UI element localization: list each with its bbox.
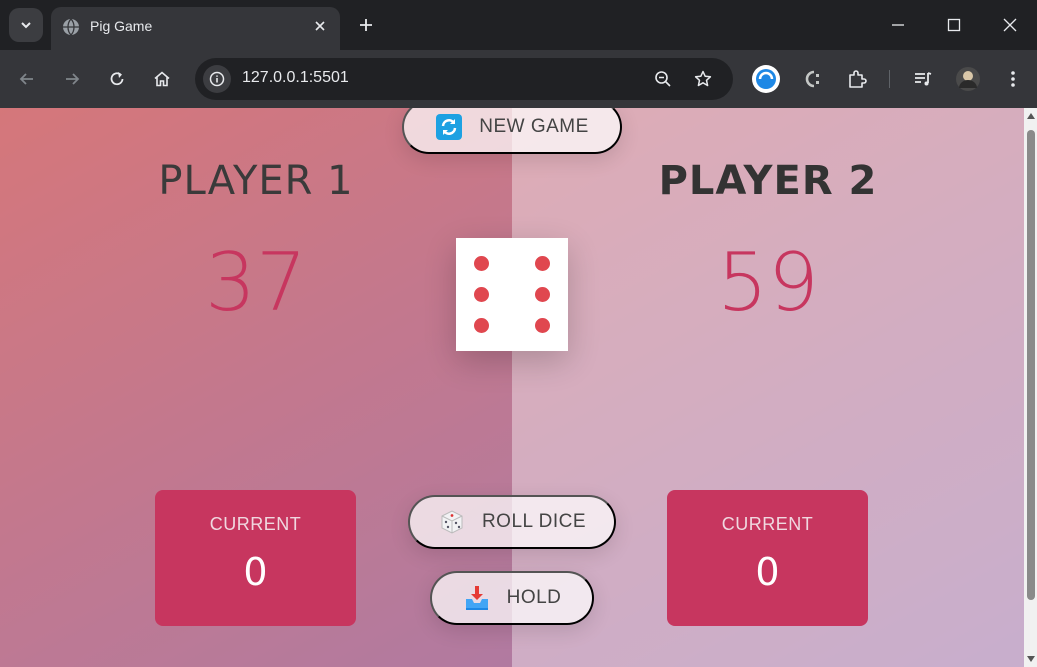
new-game-label: NEW GAME (479, 116, 589, 137)
extension-logo-icon (752, 65, 780, 93)
extension-button-2[interactable] (797, 64, 827, 94)
home-icon (154, 71, 170, 87)
scroll-up-arrow[interactable] (1024, 108, 1037, 124)
address-bar[interactable]: 127.0.0.1:5501 (195, 58, 733, 100)
globe-icon (63, 18, 79, 36)
player-name: PLAYER 1 (158, 158, 354, 204)
current-score: 0 (755, 550, 780, 594)
current-score: 0 (243, 550, 268, 594)
roll-dice-label: ROLL DICE (481, 511, 587, 532)
extensions-button[interactable] (842, 64, 872, 94)
inbox-tray-icon (463, 584, 491, 612)
zoom-out-icon (655, 71, 671, 87)
tab-strip: Pig Game (0, 0, 1037, 50)
dice-pip (534, 256, 550, 272)
arrow-right-icon (66, 73, 80, 85)
triangle-down-icon (1026, 656, 1035, 662)
dice-pip (534, 287, 550, 302)
bookmark-button[interactable] (689, 65, 717, 93)
dice (456, 238, 568, 351)
maximize-button[interactable] (926, 0, 982, 50)
browser-tab[interactable]: Pig Game (51, 7, 340, 50)
minimize-button[interactable] (870, 0, 926, 50)
vertical-scrollbar[interactable] (1024, 108, 1037, 667)
extension-button-1[interactable] (751, 64, 781, 94)
browser-toolbar: 127.0.0.1:5501 (0, 50, 1037, 108)
menu-button[interactable] (998, 64, 1028, 94)
zoom-button[interactable] (649, 65, 677, 93)
close-icon (1003, 18, 1017, 32)
dice-pip (534, 317, 550, 333)
back-button[interactable] (12, 64, 42, 94)
chevron-down-icon (21, 22, 31, 29)
dice-pip (474, 256, 490, 272)
scroll-thumb[interactable] (1027, 130, 1035, 600)
toolbar-separator (889, 70, 890, 88)
refresh-icon (435, 113, 463, 141)
forward-button[interactable] (57, 64, 87, 94)
minimize-icon (892, 24, 904, 26)
site-info-button[interactable] (203, 65, 231, 93)
pig-game-page: PLAYER 1 37 CURRENT 0 PLAYER 2 59 CURREN… (0, 108, 1024, 667)
plus-icon (360, 19, 372, 31)
current-label: CURRENT (209, 514, 302, 534)
player-score: 37 (205, 236, 307, 329)
maximize-icon (947, 18, 961, 32)
url-text[interactable]: 127.0.0.1:5501 (242, 69, 349, 87)
reload-button[interactable] (102, 64, 132, 94)
roll-dice-button[interactable]: ROLL DICE (408, 495, 616, 549)
avatar (956, 67, 980, 91)
new-game-button[interactable]: NEW GAME (402, 108, 622, 154)
new-tab-button[interactable] (352, 11, 380, 39)
info-icon (209, 71, 225, 87)
profile-button[interactable] (953, 64, 983, 94)
scroll-down-arrow[interactable] (1024, 651, 1037, 667)
triangle-up-icon (1026, 113, 1035, 119)
extension-c-icon (805, 70, 819, 88)
arrow-left-icon (19, 73, 33, 85)
hold-button[interactable]: HOLD (430, 571, 594, 625)
media-control-button[interactable] (908, 64, 938, 94)
puzzle-icon (849, 70, 867, 88)
current-score-box: CURRENT 0 (155, 490, 356, 626)
reload-icon (110, 72, 124, 86)
close-icon (315, 21, 325, 31)
tab-search-button[interactable] (9, 8, 43, 42)
dice-pip (474, 317, 490, 333)
hold-label: HOLD (506, 587, 562, 608)
current-score-box: CURRENT 0 (667, 490, 868, 626)
dice-icon (438, 508, 466, 536)
player-name: PLAYER 2 (658, 158, 878, 204)
star-icon (694, 70, 712, 87)
tab-title: Pig Game (90, 18, 153, 34)
tab-close-button[interactable] (310, 16, 330, 36)
home-button[interactable] (147, 64, 177, 94)
media-queue-icon (915, 72, 932, 86)
dice-pip (474, 287, 490, 302)
current-label: CURRENT (721, 514, 814, 534)
window-close-button[interactable] (982, 0, 1037, 50)
player-score: 59 (717, 236, 819, 329)
more-vert-icon (1011, 71, 1015, 87)
page-viewport: PLAYER 1 37 CURRENT 0 PLAYER 2 59 CURREN… (0, 108, 1037, 667)
